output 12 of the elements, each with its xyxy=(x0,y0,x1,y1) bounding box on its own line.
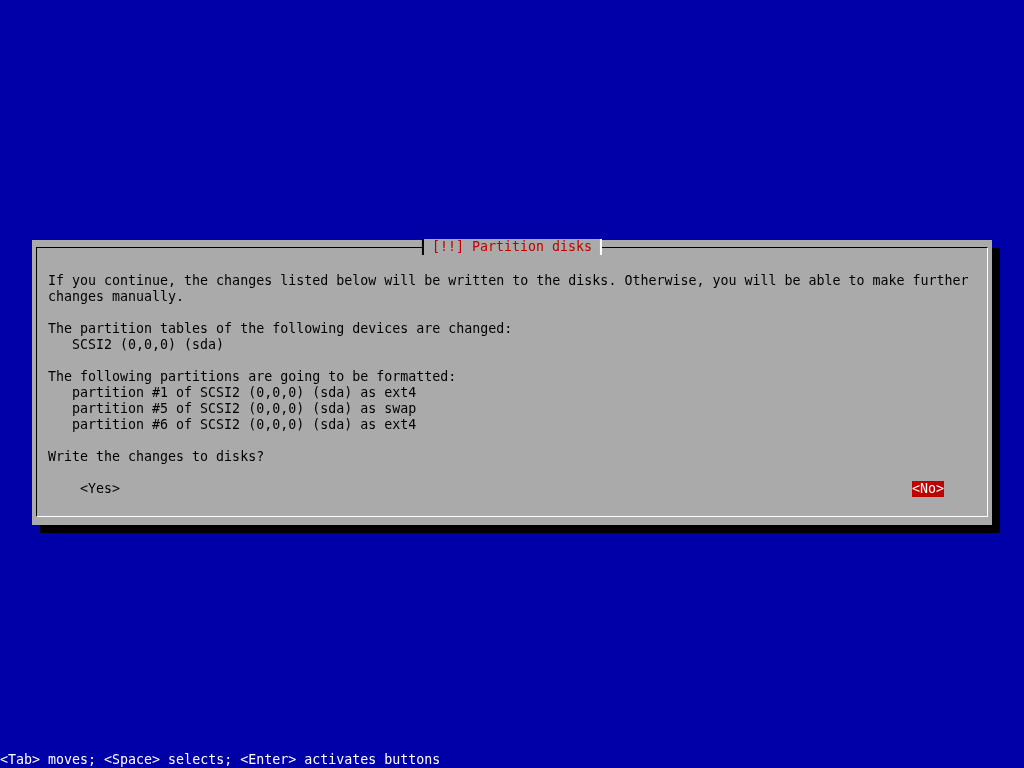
list-item: SCSI2 (0,0,0) (sda) xyxy=(71,337,226,353)
question-text: Write the changes to disks? xyxy=(48,449,266,465)
dialog-button[interactable]: <Yes> xyxy=(80,481,121,497)
key-hint-text: <Tab> moves; <Space> selects; <Enter> activates buttons xyxy=(0,752,442,768)
dialog-button[interactable]: <No> xyxy=(911,481,944,497)
list-item: partition #5 of SCSI2 (0,0,0) (sda) as swap xyxy=(71,401,418,417)
section-heading: The partition tables of the following devices are changed: xyxy=(48,321,514,337)
dialog-title: [!!] Partition disks xyxy=(421,239,603,255)
list-item: partition #1 of SCSI2 (0,0,0) (sda) as ext4 xyxy=(71,385,418,401)
list-item: partition #6 of SCSI2 (0,0,0) (sda) as ext4 xyxy=(71,417,418,433)
intro-text: If you continue, the changes listed below will be written to the disks. Otherwise, you will be able to make further changes manually. xyxy=(48,273,970,305)
section-heading: The following partitions are going to be formatted: xyxy=(48,369,458,385)
